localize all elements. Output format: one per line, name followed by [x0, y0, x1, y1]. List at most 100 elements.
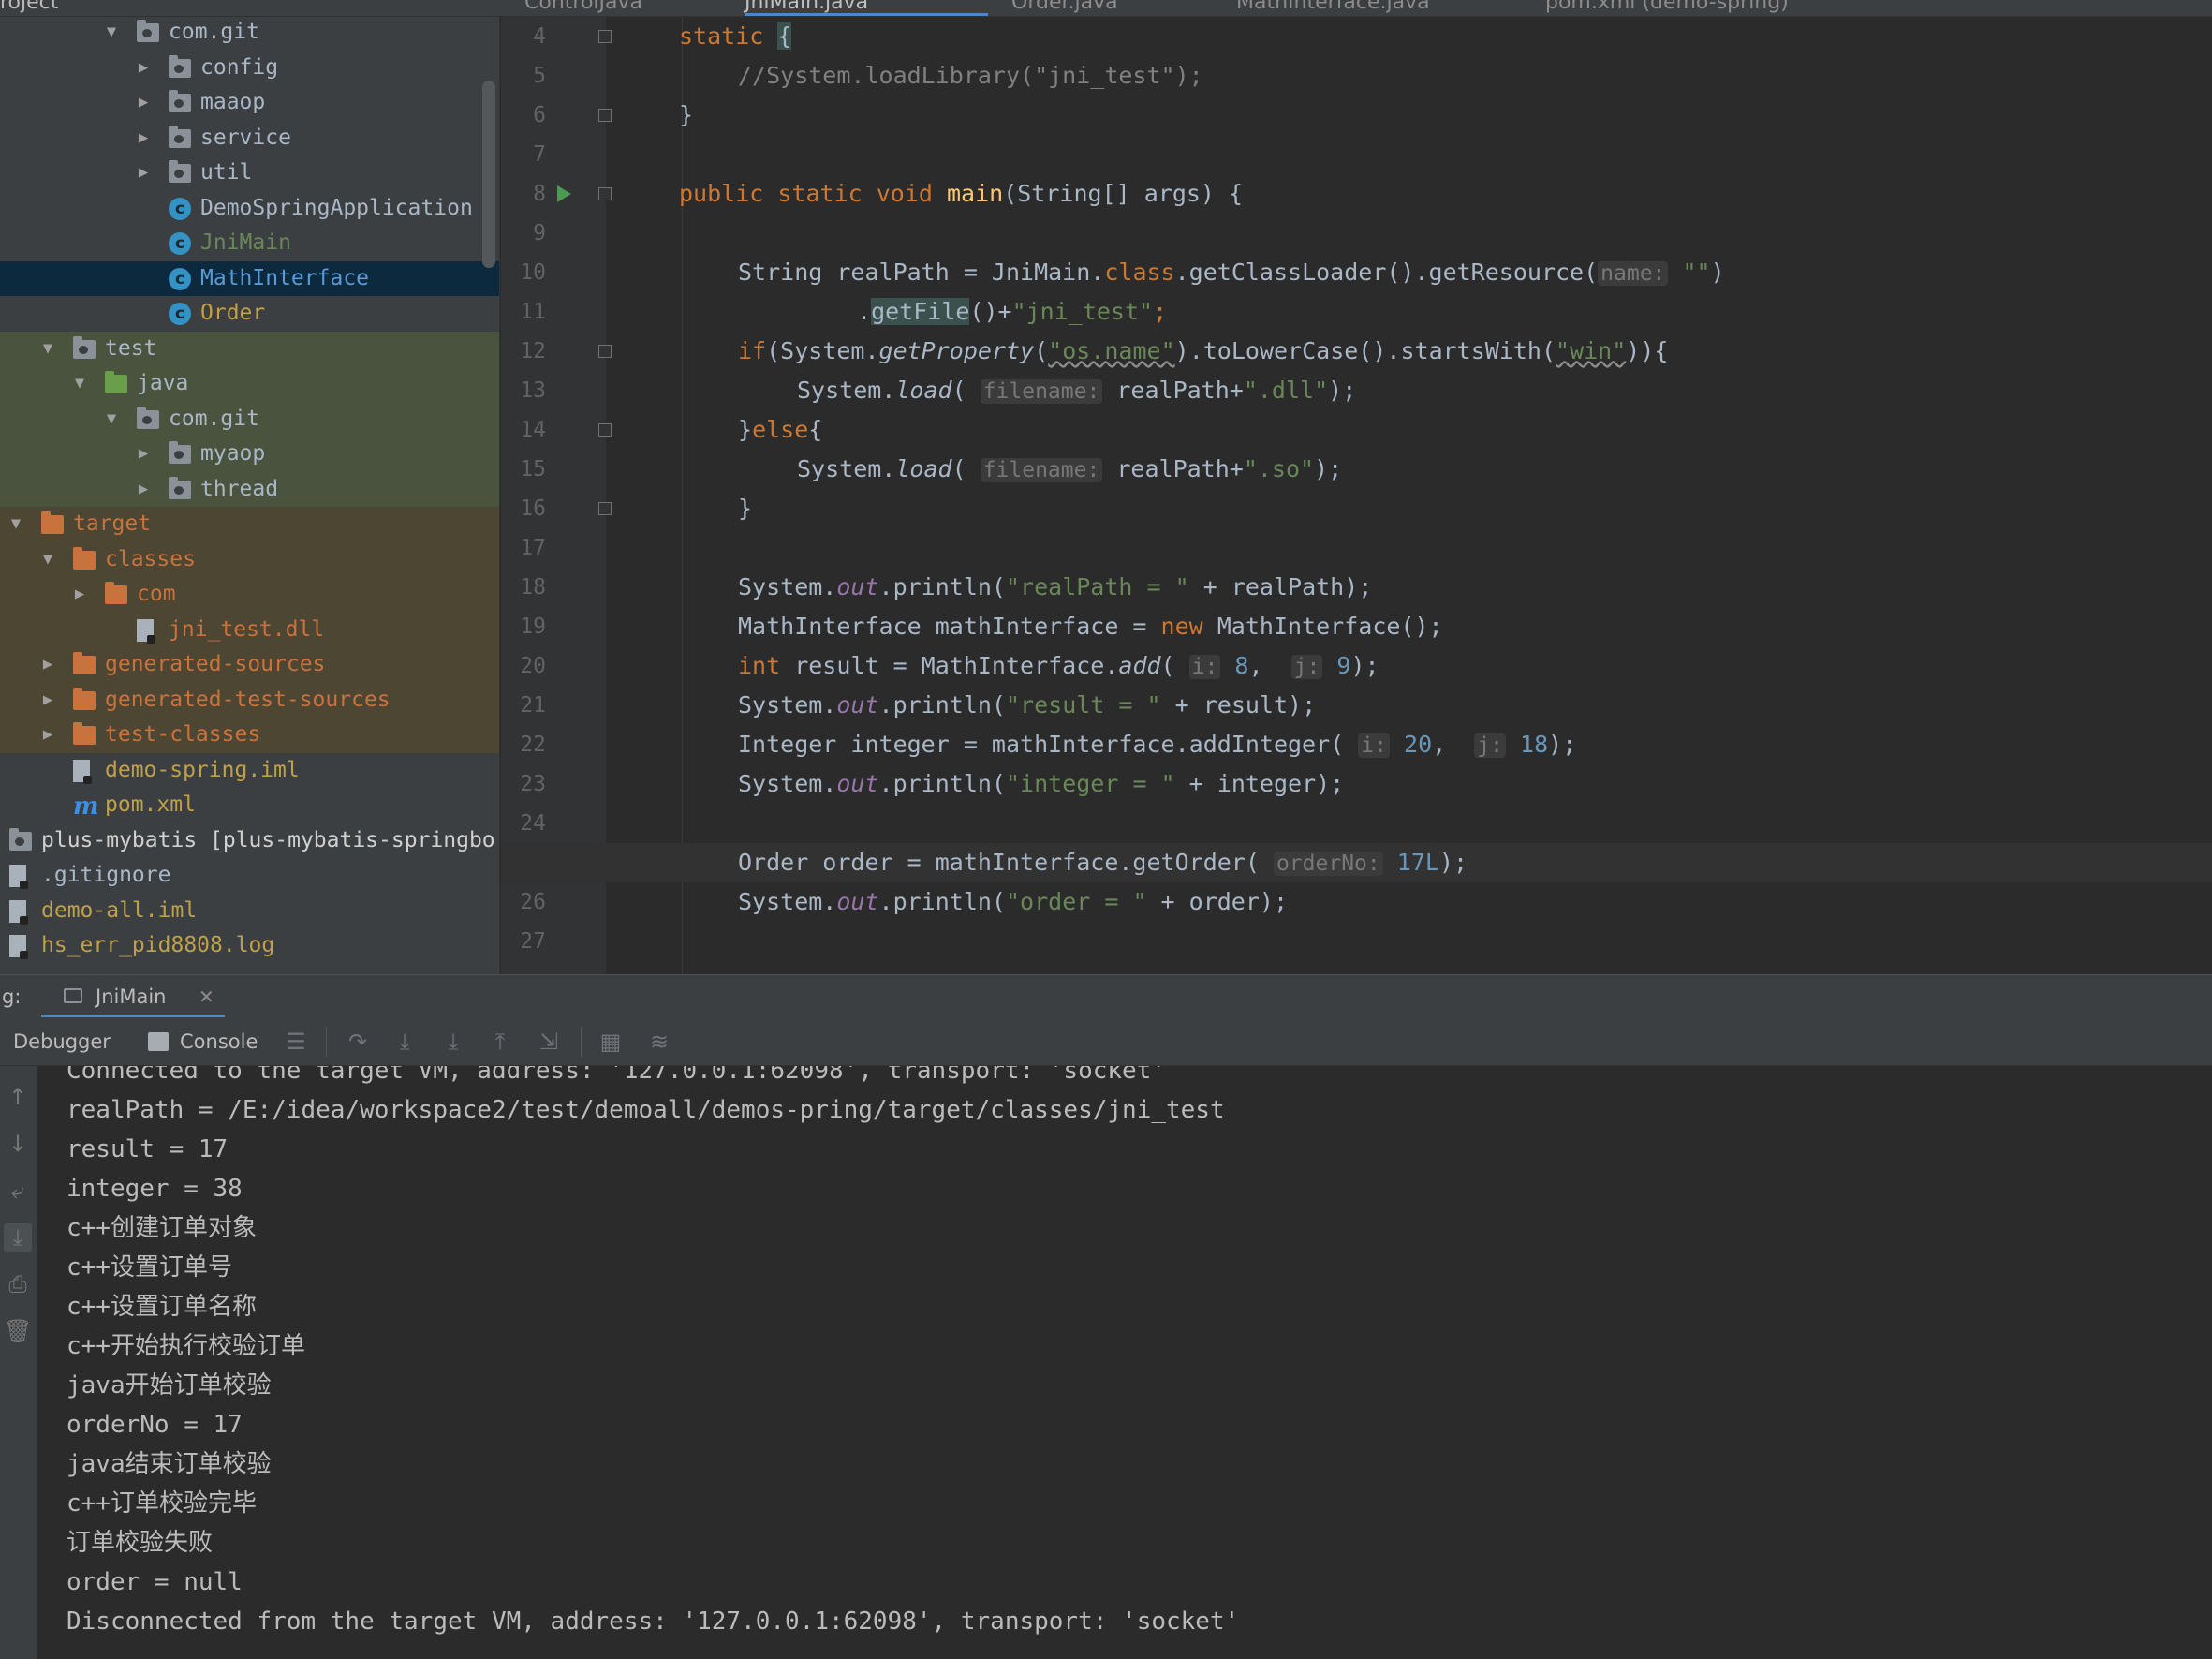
code-line[interactable]: Integer integer = mathInterface.addInteg…	[501, 725, 2212, 764]
tab-console[interactable]: Console	[148, 1017, 266, 1066]
tree-item[interactable]: ▶ test-classes	[0, 718, 499, 753]
collapse-arrow-icon[interactable]: ▶	[133, 121, 154, 156]
code-line-current[interactable]: Order order = mathInterface.getOrder( or…	[501, 843, 2212, 882]
collapse-arrow-icon[interactable]: ▶	[133, 472, 154, 508]
code-line[interactable]: System.out.println("realPath = " + realP…	[501, 568, 2212, 607]
code-line[interactable]: System.load( filename: realPath+".dll");	[501, 371, 2212, 410]
tree-item[interactable]: ▼ target	[0, 507, 499, 542]
tree-item-label: util	[200, 160, 253, 185]
collapse-arrow-icon[interactable]: ▶	[37, 683, 58, 718]
code-line[interactable]: .getFile()+"jni_test";	[501, 292, 2212, 332]
editor-tab[interactable]: ControlJava	[524, 0, 642, 16]
tree-item[interactable]: hs_err_pid8808.log	[0, 928, 499, 964]
tree-item[interactable]: ▶ util	[0, 156, 499, 191]
tree-item[interactable]: c Order	[0, 296, 499, 332]
collapse-arrow-icon[interactable]: ▶	[37, 718, 58, 753]
tree-item[interactable]: ▶ generated-test-sources	[0, 682, 499, 718]
tree-item[interactable]: ▶ maaop	[0, 85, 499, 121]
console-line: c++开始执行校验订单	[66, 1332, 305, 1360]
tree-item[interactable]: .gitignore	[0, 858, 499, 894]
tree-item[interactable]: c MathInterface	[0, 260, 499, 296]
console-line: result = 17	[66, 1135, 229, 1163]
tree-item[interactable]: c JniMain	[0, 226, 499, 261]
tree-item[interactable]: ▼ test	[0, 331, 499, 367]
collapse-arrow-icon[interactable]: ▶	[69, 577, 90, 613]
console-output[interactable]: Connected to the target VM, address: '12…	[37, 1066, 2212, 1659]
tree-item[interactable]: ▼ classes	[0, 541, 499, 578]
tree-item[interactable]: ▶ com	[0, 577, 499, 613]
tree-item[interactable]: ▶ generated-sources	[0, 647, 499, 683]
tree-item[interactable]: m pom.xml	[0, 788, 499, 823]
collapse-arrow-icon[interactable]: ▶	[133, 85, 154, 121]
editor-tab[interactable]: Order.java	[1011, 0, 1118, 16]
tree-item[interactable]: ▼ com.git	[0, 401, 499, 437]
code-line[interactable]: MathInterface mathInterface = new MathIn…	[501, 607, 2212, 646]
tree-item[interactable]: ▼ com.git	[0, 17, 499, 51]
toolbar-separator	[326, 1027, 327, 1057]
folder-icon	[73, 335, 96, 359]
project-scrollbar[interactable]	[482, 81, 495, 268]
step-over-icon[interactable]: ↷	[345, 1029, 371, 1055]
step-out-icon[interactable]: ⤒	[487, 1029, 513, 1055]
expand-arrow-icon[interactable]: ▼	[37, 332, 58, 367]
code-line[interactable]: }else{	[501, 410, 2212, 450]
code-line[interactable]: //System.loadLibrary("jni_test");	[501, 56, 2212, 96]
force-step-into-icon[interactable]: ⤓	[440, 1029, 466, 1055]
code-line[interactable]: System.out.println("order = " + order);	[501, 882, 2212, 922]
menu-icon[interactable]: ☰	[283, 1029, 309, 1055]
collapse-arrow-icon[interactable]: ▶	[37, 647, 58, 683]
code-line[interactable]: System.out.println("integer = " + intege…	[501, 764, 2212, 804]
debug-session-tab[interactable]: JniMain ✕	[41, 975, 225, 1018]
code-line[interactable]: if(System.getProperty("os.name").toLower…	[501, 332, 2212, 371]
project-panel-title: roject	[0, 0, 59, 14]
code-line[interactable]: String realPath = JniMain.class.getClass…	[501, 253, 2212, 292]
unknown-file-icon	[137, 618, 155, 644]
code-line[interactable]: }	[501, 96, 2212, 135]
print-icon[interactable]: ⎙	[4, 1270, 32, 1298]
class-icon: c	[169, 267, 191, 290]
expand-arrow-icon[interactable]: ▼	[101, 402, 122, 437]
collapse-arrow-icon[interactable]: ▶	[133, 156, 154, 191]
tree-item[interactable]: ▶ thread	[0, 471, 499, 508]
editor-tab-active[interactable]: JniMain.java	[745, 0, 988, 16]
scroll-to-end-icon[interactable]: ⤓	[4, 1223, 32, 1252]
editor-tab[interactable]: MathInterface.java	[1236, 0, 1430, 16]
code-line[interactable]: System.out.println("result = " + result)…	[501, 686, 2212, 725]
tree-item[interactable]: jni_test.dll	[0, 612, 499, 647]
collapse-arrow-icon[interactable]: ▶	[133, 437, 154, 472]
tab-console-label: Console	[180, 1030, 258, 1053]
code-line[interactable]: public static void main(String[] args) {	[501, 174, 2212, 214]
code-line[interactable]: System.load( filename: realPath+".so");	[501, 450, 2212, 489]
step-into-icon[interactable]: ⤓	[391, 1029, 418, 1055]
code-line[interactable]: int result = MathInterface.add( i: 8, j:…	[501, 646, 2212, 686]
tree-item[interactable]: plus-mybatis [plus-mybatis-springbo	[0, 823, 499, 859]
tree-item[interactable]: ▼ java	[0, 366, 499, 402]
close-icon[interactable]: ✕	[199, 975, 214, 1018]
excluded-folder-icon	[73, 722, 96, 745]
up-arrow-icon[interactable]: ↑	[4, 1083, 32, 1111]
trace-icon[interactable]: ≋	[646, 1029, 672, 1055]
soft-wrap-icon[interactable]: ⤶	[4, 1177, 32, 1205]
expand-arrow-icon[interactable]: ▼	[101, 17, 122, 51]
tree-item[interactable]: demo-all.iml	[0, 894, 499, 929]
tab-debugger[interactable]: Debugger	[13, 1017, 111, 1066]
editor-tab[interactable]: pom.xml (demo-spring)	[1545, 0, 1789, 16]
log-file-icon	[9, 935, 28, 959]
run-to-cursor-icon[interactable]: ⇲	[536, 1029, 562, 1055]
package-folder-icon	[169, 476, 191, 499]
expand-arrow-icon[interactable]: ▼	[6, 507, 26, 542]
expand-arrow-icon[interactable]: ▼	[69, 366, 90, 402]
tree-item[interactable]: demo-spring.iml	[0, 753, 499, 789]
evaluate-expression-icon[interactable]: ▦	[597, 1029, 624, 1055]
code-line[interactable]: static {	[501, 17, 2212, 56]
down-arrow-icon[interactable]: ↓	[4, 1130, 32, 1158]
collapse-arrow-icon[interactable]: ▶	[133, 51, 154, 86]
code-line[interactable]: }	[501, 489, 2212, 528]
trash-icon[interactable]: 🗑	[4, 1317, 32, 1345]
tree-item[interactable]: ▶ myaop	[0, 437, 499, 472]
expand-arrow-icon[interactable]: ▼	[37, 542, 58, 578]
tree-item[interactable]: c DemoSpringApplication	[0, 191, 499, 227]
tree-item[interactable]: ▶ config	[0, 51, 499, 86]
tree-item[interactable]: ▶ service	[0, 121, 499, 156]
code-editor[interactable]: 4567891011121314151617181920212223242526…	[501, 17, 2212, 974]
